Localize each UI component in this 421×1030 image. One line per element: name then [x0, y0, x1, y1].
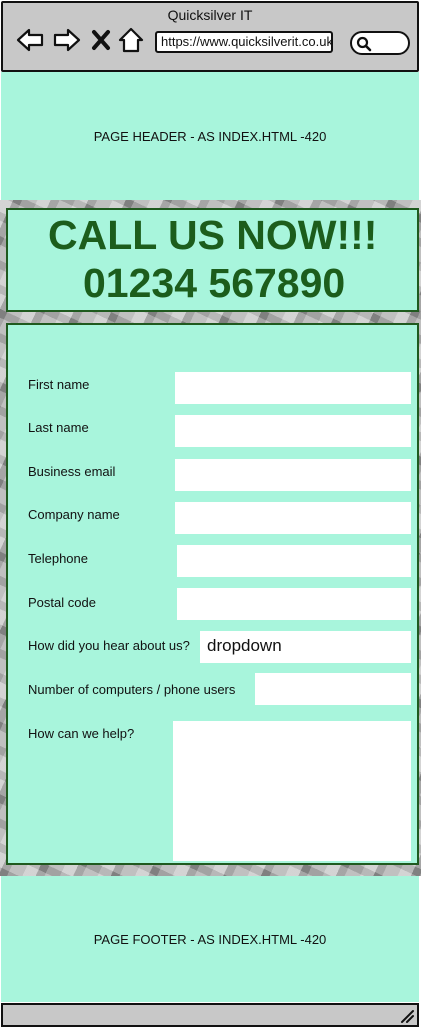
search-icon	[356, 36, 372, 52]
postal-code-field[interactable]	[177, 588, 411, 620]
window-title: Quicksilver IT	[167, 7, 253, 23]
page-header-text: PAGE HEADER - AS INDEX.HTML -420	[93, 128, 327, 144]
page-header: PAGE HEADER - AS INDEX.HTML -420	[1, 72, 419, 200]
call-us-heading: CALL US NOW!!!	[48, 212, 378, 258]
back-arrow-icon[interactable]	[15, 25, 45, 55]
browser-search-box[interactable]	[350, 31, 410, 55]
help-label: How can we help?	[28, 726, 135, 741]
close-icon[interactable]	[90, 25, 112, 55]
telephone-label: Telephone	[28, 551, 88, 566]
first-name-field[interactable]	[175, 372, 411, 404]
computers-count-field[interactable]	[255, 673, 411, 705]
address-bar[interactable]: https://www.quicksilverit.co.uk	[155, 31, 333, 53]
company-name-field[interactable]	[175, 502, 411, 534]
help-textarea[interactable]	[173, 721, 411, 861]
last-name-field[interactable]	[175, 415, 411, 447]
page-footer-text: PAGE FOOTER - AS INDEX.HTML -420	[93, 931, 327, 947]
hear-about-selected-value: dropdown	[207, 636, 282, 655]
computers-count-label: Number of computers / phone users	[28, 682, 236, 697]
home-icon[interactable]	[117, 25, 145, 55]
hear-about-dropdown[interactable]: dropdown	[200, 631, 411, 663]
browser-window-chrome: Quicksilver IT https://www.quicksilverit…	[1, 1, 419, 72]
resize-grip-icon[interactable]	[400, 1009, 414, 1023]
first-name-label: First name	[28, 377, 90, 392]
call-us-banner: CALL US NOW!!! 01234 567890	[6, 208, 419, 312]
phone-number: 01234 567890	[83, 260, 346, 306]
forward-arrow-icon[interactable]	[52, 25, 82, 55]
business-email-label: Business email	[28, 464, 116, 479]
postal-code-label: Postal code	[28, 595, 96, 610]
last-name-label: Last name	[28, 420, 89, 435]
page-footer: PAGE FOOTER - AS INDEX.HTML -420	[1, 876, 419, 1002]
hear-about-label: How did you hear about us?	[28, 638, 190, 653]
browser-status-bar	[1, 1003, 419, 1027]
business-email-field[interactable]	[175, 459, 411, 491]
contact-form: First name Last name Business email Comp…	[6, 323, 419, 865]
company-name-label: Company name	[28, 507, 120, 522]
telephone-field[interactable]	[177, 545, 411, 577]
